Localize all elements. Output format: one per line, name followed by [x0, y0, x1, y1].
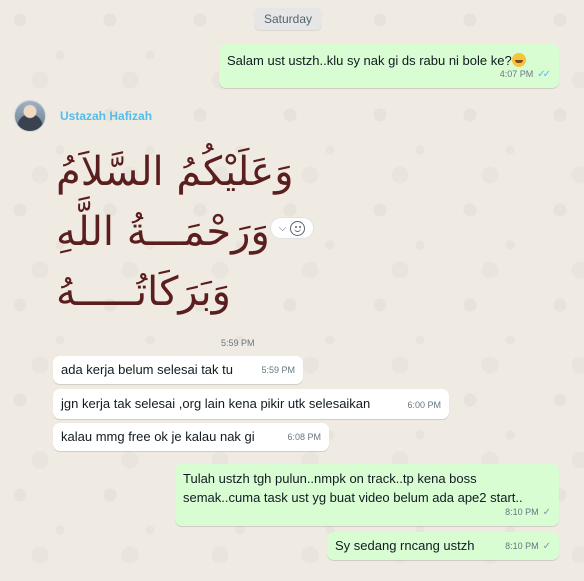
message-bubble-outgoing[interactable]: Tulah ustzh tgh pulun..nmpk on track..tp…: [175, 464, 559, 526]
message-time: 4:07 PM: [499, 69, 534, 79]
react-button[interactable]: ⌵: [270, 217, 314, 239]
message-time: 8:10 PM: [505, 541, 539, 551]
message-bubble-incoming[interactable]: jgn kerja tak selesai ,org lain kena pik…: [53, 389, 449, 419]
avatar[interactable]: [14, 100, 46, 132]
chevron-down-icon[interactable]: ⌵: [279, 223, 287, 234]
message-text: ada kerja belum selesai tak tu: [61, 362, 233, 377]
date-separator: Saturday: [254, 8, 322, 30]
emoji-smile-icon[interactable]: [290, 220, 306, 236]
message-meta: 4:07 PM ✓✓: [500, 65, 551, 84]
sender-name[interactable]: Ustazah Hafizah: [60, 109, 152, 123]
single-check-icon: ✓: [542, 507, 551, 518]
message-time: 8:10 PM: [505, 507, 539, 517]
message-time: 6:00 PM: [407, 400, 441, 410]
message-bubble-incoming[interactable]: kalau mmg free ok je kalau nak gi 6:08 P…: [53, 423, 329, 451]
message-bubble-incoming[interactable]: ada kerja belum selesai tak tu 5:59 PM: [53, 356, 303, 384]
sticker-line: وَرَحْمَـــةُ اللَّهِ: [56, 209, 270, 255]
message-meta: 8:10 PM ✓: [505, 537, 551, 556]
sticker-image[interactable]: وَعَلَيْكُمُ السَّلاَمُ وَرَحْمَـــةُ ال…: [56, 146, 294, 318]
single-check-icon: ✓: [542, 541, 551, 552]
message-text: kalau mmg free ok je kalau nak gi: [61, 429, 255, 444]
sticker-line: وَبَرَكَاتُـــــهُ: [56, 269, 231, 315]
message-text-line: semak..cuma task ust yg buat video belum…: [183, 490, 523, 505]
message-bubble-outgoing[interactable]: Salam ust ustzh..klu sy nak gi ds rabu n…: [219, 44, 559, 88]
message-text: jgn kerja tak selesai ,org lain kena pik…: [61, 396, 371, 411]
message-time: 5:59 PM: [261, 365, 295, 375]
message-meta: 8:10 PM ✓: [505, 503, 551, 522]
message-time: 5:59 PM: [221, 338, 255, 348]
message-text-line: Tulah ustzh tgh pulun..nmpk on track..tp…: [183, 471, 477, 486]
message-bubble-outgoing[interactable]: Sy sedang rncang ustzh 8:10 PM ✓: [327, 532, 559, 560]
double-check-read-icon: ✓✓: [537, 69, 551, 80]
sticker-line: وَعَلَيْكُمُ السَّلاَمُ: [56, 149, 294, 195]
sender-header: Ustazah Hafizah: [14, 100, 152, 132]
message-time: 6:08 PM: [287, 432, 321, 442]
